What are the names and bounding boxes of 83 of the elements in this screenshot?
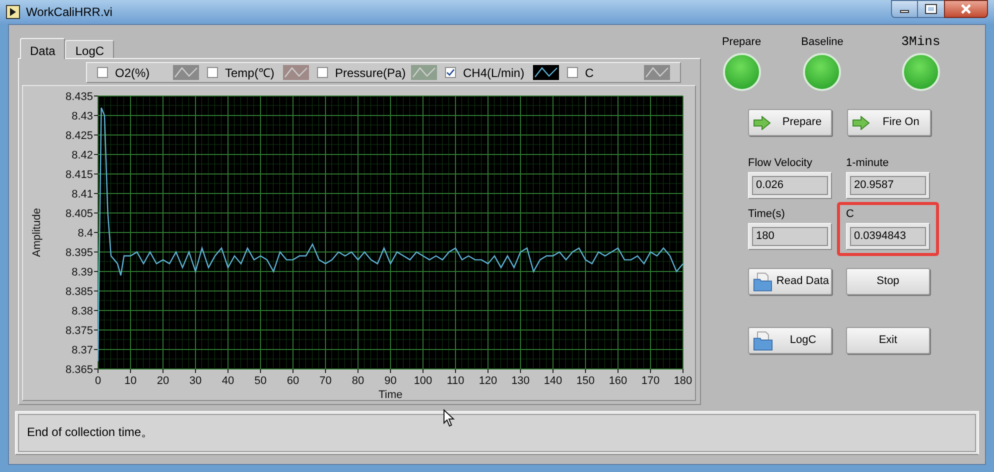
x-tick-label: 130 xyxy=(511,375,530,387)
y-tick-label: 8.43 xyxy=(72,110,93,122)
x-tick-label: 140 xyxy=(544,375,562,387)
x-tick-label: 20 xyxy=(156,375,170,387)
tab[interactable]: LogC xyxy=(65,40,114,58)
command-button[interactable]: Stop xyxy=(846,268,930,295)
plot-style-swatch[interactable] xyxy=(533,65,559,80)
command-button[interactable]: Read Data xyxy=(748,268,832,295)
arrow-icon xyxy=(852,116,870,130)
legend-label: Temp(℃) xyxy=(225,64,276,82)
folder-icon xyxy=(753,272,772,292)
checkbox[interactable] xyxy=(445,67,456,78)
checkbox[interactable] xyxy=(97,67,108,78)
x-tick-label: 70 xyxy=(319,375,332,387)
numeric-field[interactable]: 0.026 xyxy=(748,172,832,199)
command-button[interactable]: Exit xyxy=(846,327,930,354)
plot-style-swatch[interactable] xyxy=(283,65,309,80)
app-icon xyxy=(6,5,20,19)
checkbox[interactable] xyxy=(207,67,218,78)
x-tick-label: 180 xyxy=(674,375,692,387)
arrow-icon xyxy=(753,116,771,130)
plot-style-swatch[interactable] xyxy=(173,65,199,80)
field-label: Time(s) xyxy=(748,207,786,221)
y-tick-label: 8.38 xyxy=(72,306,93,318)
checkbox[interactable] xyxy=(317,67,328,78)
checkbox[interactable] xyxy=(567,67,578,78)
indicator-label: 3Mins xyxy=(901,35,940,49)
x-tick-label: 80 xyxy=(352,375,364,387)
y-tick-label: 8.435 xyxy=(65,91,93,103)
x-tick-label: 150 xyxy=(576,375,595,387)
x-tick-label: 40 xyxy=(222,375,234,387)
command-button[interactable]: LogC xyxy=(748,327,832,354)
field-label: C xyxy=(846,207,855,221)
x-tick-label: 50 xyxy=(254,375,267,387)
y-tick-label: 8.37 xyxy=(72,344,93,356)
maximize-button[interactable] xyxy=(918,0,944,18)
y-tick-label: 8.42 xyxy=(72,150,93,162)
x-tick-label: 160 xyxy=(608,375,628,387)
y-tick-label: 8.395 xyxy=(65,247,93,259)
action-button[interactable]: Fire On xyxy=(847,109,931,136)
x-axis-label: Time xyxy=(378,389,403,400)
x-tick-label: 30 xyxy=(189,375,202,387)
action-button[interactable]: Prepare xyxy=(748,109,832,136)
y-tick-label: 8.425 xyxy=(65,130,93,142)
legend-label: CH4(L/min) xyxy=(463,64,526,82)
legend-label: O2(%) xyxy=(115,64,151,82)
numeric-field[interactable]: 0.0394843 xyxy=(846,223,930,250)
tab[interactable]: Data xyxy=(20,38,66,59)
y-tick-label: 8.41 xyxy=(72,188,93,200)
x-tick-label: 170 xyxy=(641,375,660,387)
plot-style-swatch[interactable] xyxy=(411,65,437,80)
folder-icon xyxy=(753,330,773,350)
numeric-field[interactable]: 180 xyxy=(748,223,832,250)
legend-label: C xyxy=(585,64,595,82)
maximize-icon xyxy=(926,5,936,13)
y-tick-label: 8.415 xyxy=(65,169,93,181)
y-tick-label: 8.39 xyxy=(72,266,93,278)
indicator-label: Prepare xyxy=(722,35,762,49)
minimize-icon xyxy=(900,10,909,13)
y-tick-label: 8.405 xyxy=(65,208,93,220)
legend-label: Pressure(Pa) xyxy=(335,64,407,82)
y-tick-label: 8.385 xyxy=(65,286,93,298)
field-label: 1-minute xyxy=(846,156,890,170)
minimize-button[interactable] xyxy=(891,0,918,18)
y-tick-label: 8.375 xyxy=(65,325,93,337)
field-label: Flow Velocity xyxy=(748,156,814,170)
x-tick-label: 90 xyxy=(384,375,397,387)
x-tick-label: 60 xyxy=(286,375,300,387)
numeric-field[interactable]: 20.9587 xyxy=(846,172,930,199)
close-button[interactable] xyxy=(944,0,988,18)
x-tick-label: 120 xyxy=(478,375,498,387)
y-tick-label: 8.365 xyxy=(65,364,93,376)
x-tick-label: 10 xyxy=(124,375,137,387)
x-tick-label: 110 xyxy=(446,375,464,387)
x-tick-label: 0 xyxy=(94,375,102,387)
x-tick-label: 100 xyxy=(414,375,432,387)
plot-style-swatch[interactable] xyxy=(644,65,670,80)
status-message: End of collection time。 xyxy=(27,425,154,439)
y-tick-label: 8.4 xyxy=(78,228,93,240)
y-axis-label: Amplitude xyxy=(31,208,43,257)
indicator-label: Baseline xyxy=(801,35,844,49)
close-icon xyxy=(960,4,972,14)
window-title: WorkCaliHRR.vi xyxy=(26,4,112,21)
